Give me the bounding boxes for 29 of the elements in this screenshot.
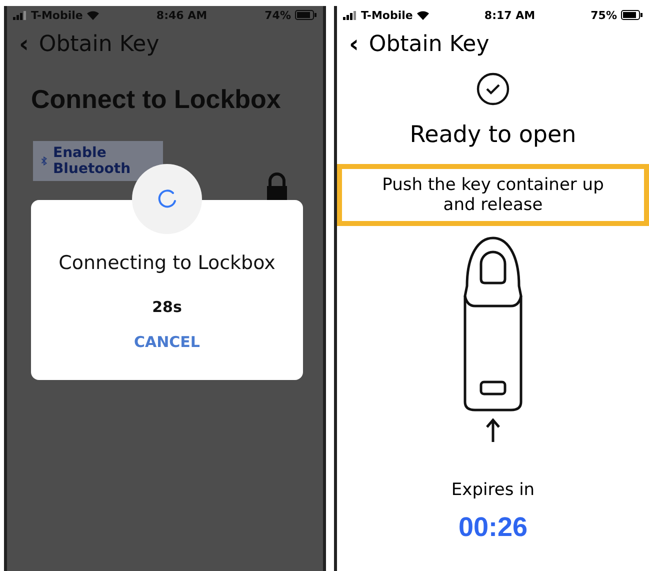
battery-icon: [295, 10, 317, 20]
back-button[interactable]: ‹: [19, 30, 29, 58]
screen-title: Obtain Key: [368, 32, 490, 56]
checkmark-circle-icon: [476, 72, 510, 106]
screen-title: Obtain Key: [38, 32, 160, 56]
status-time: 8:46 AM: [156, 8, 208, 22]
page-heading: Connect to Lockbox: [30, 83, 282, 115]
bluetooth-icon: [41, 155, 48, 167]
battery-percent: 74%: [264, 8, 291, 22]
carrier-name: T-Mobile: [361, 8, 413, 22]
cancel-button[interactable]: CANCEL: [128, 332, 206, 352]
instruction-text: Push the key container up and release: [337, 164, 649, 226]
status-heading: Ready to open: [410, 122, 576, 148]
wifi-icon: [416, 10, 429, 20]
signal-icon: [343, 10, 357, 20]
status-time: 8:17 AM: [484, 8, 536, 22]
dialog-message: Connecting to Lockbox: [58, 252, 276, 274]
countdown-text: 28s: [152, 298, 182, 316]
expiry-timer: 00:26: [458, 512, 528, 543]
carrier-name: T-Mobile: [31, 8, 83, 22]
spinner-icon: [157, 189, 177, 209]
enable-bluetooth-button[interactable]: Enable Bluetooth: [33, 141, 163, 181]
padlock-icon: [265, 172, 289, 202]
expires-label: Expires in: [451, 480, 535, 500]
battery-percent: 75%: [590, 8, 617, 22]
wifi-icon: [86, 10, 99, 20]
battery-icon: [621, 10, 643, 20]
back-button[interactable]: ‹: [349, 30, 359, 58]
signal-icon: [13, 10, 27, 20]
